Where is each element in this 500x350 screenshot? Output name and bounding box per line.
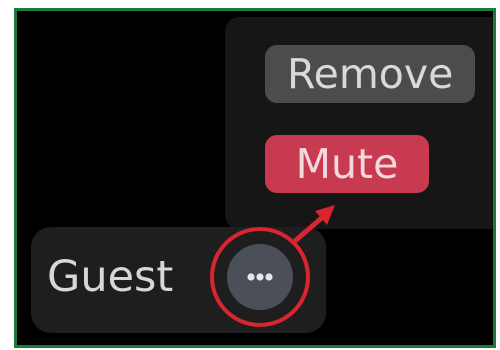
remove-button[interactable]: Remove: [265, 45, 475, 103]
pointer-arrow-icon: [292, 205, 335, 244]
more-horizontal-icon: [247, 273, 273, 281]
mute-button[interactable]: Mute: [265, 135, 429, 193]
more-options-button[interactable]: [227, 244, 293, 310]
participant-name: Guest: [47, 252, 174, 302]
screenshot-frame: Remove Mute Guest: [14, 8, 496, 348]
